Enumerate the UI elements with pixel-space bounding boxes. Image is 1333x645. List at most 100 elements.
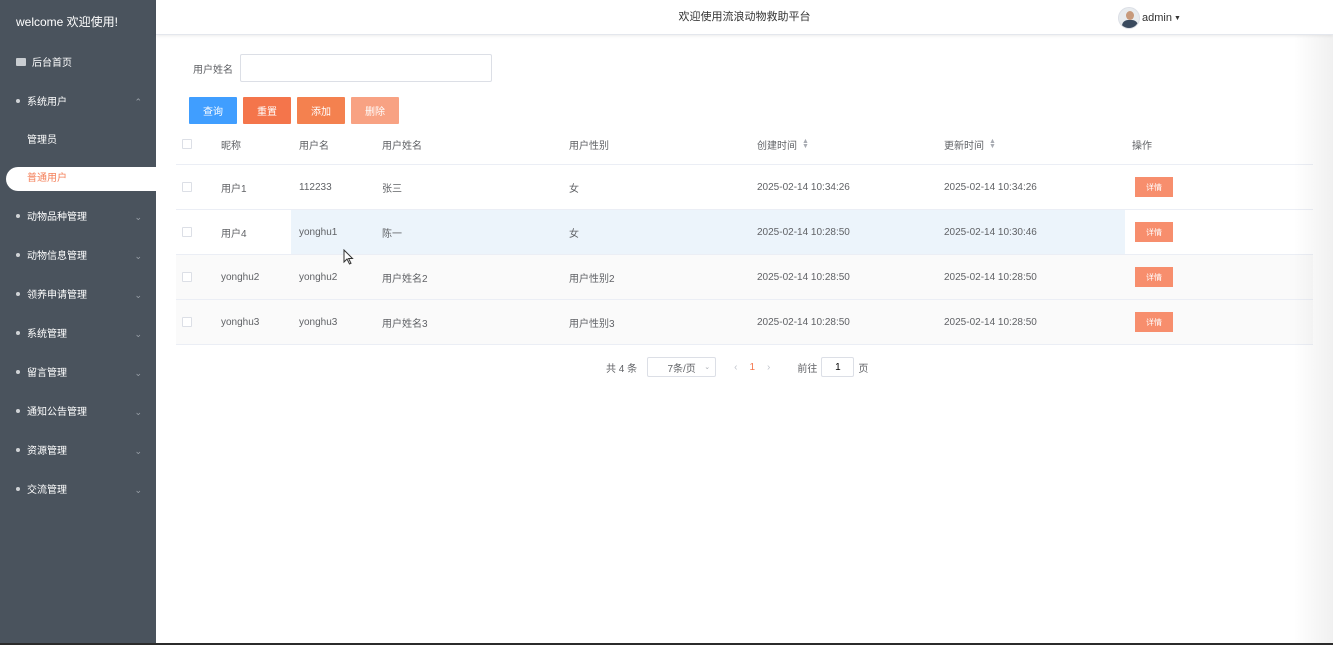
chevron-down-icon: ⌄ (134, 368, 142, 378)
monitor-icon (16, 58, 26, 67)
sidebar-item-label: 留言管理 (27, 368, 67, 379)
user-menu[interactable]: admin ▼ (1118, 7, 1181, 29)
bullet-icon (16, 487, 20, 492)
next-page-icon[interactable]: › (767, 362, 770, 373)
cell-created: 2025-02-14 10:28:50 (757, 271, 850, 283)
chevron-down-icon: ⌄ (134, 485, 142, 495)
action-toolbar: 查询 重置 添加 删除 (189, 97, 405, 124)
delete-button[interactable]: 删除 (351, 97, 399, 124)
prev-page-icon[interactable]: ‹ (734, 362, 737, 373)
chevron-up-icon: ⌃ (134, 97, 142, 107)
pagination-total: 共 4 条 (606, 363, 638, 375)
row-checkbox[interactable] (182, 227, 192, 237)
chevron-down-icon: ⌄ (134, 446, 142, 456)
table-row[interactable]: yonghu3 yonghu3 用户姓名3 用户性别3 2025-02-14 10:28… (176, 300, 1313, 345)
detail-button[interactable]: 详情 (1135, 267, 1173, 287)
column-header-nickname: 昵称 (221, 140, 241, 152)
cell-nickname: yonghu2 (221, 271, 260, 283)
column-header-realname: 用户姓名 (382, 140, 422, 152)
cell-realname: 用户姓名3 (382, 318, 428, 330)
sidebar-item-label: 动物信息管理 (27, 251, 87, 262)
sidebar-item-system-users[interactable]: 系统用户 ⌃ (0, 83, 156, 122)
cell-username: yonghu3 (299, 316, 338, 328)
sidebar-item-label: 资源管理 (27, 446, 67, 457)
sidebar-item[interactable]: 资源管理 ⌄ (0, 432, 156, 471)
chevron-down-icon: ⌄ (134, 407, 142, 417)
cell-gender: 用户性别3 (569, 318, 615, 330)
column-header-username: 用户名 (299, 140, 329, 152)
detail-button[interactable]: 详情 (1135, 222, 1173, 242)
table-header: 昵称 用户名 用户姓名 用户性别 创建时间 ▲ ▼ 更新时间 ▲ ▼ 操作 (176, 124, 1313, 165)
search-form: 用户姓名 (193, 54, 492, 82)
chevron-down-icon: ⌄ (134, 329, 142, 339)
sidebar-item-label: 通知公告管理 (27, 407, 87, 418)
cell-nickname: yonghu3 (221, 316, 260, 328)
main-content: 欢迎使用流浪动物救助平台 admin ▼ 用户姓名 查询 重置 添加 删除 昵称… (156, 0, 1333, 643)
user-name[interactable]: admin (1142, 12, 1172, 24)
sidebar-item[interactable]: 留言管理 ⌄ (0, 354, 156, 393)
sidebar-item[interactable]: 交流管理 ⌄ (0, 471, 156, 510)
bullet-icon (16, 253, 20, 258)
caret-down-icon[interactable]: ▼ (1174, 15, 1181, 22)
select-all-checkbox[interactable] (182, 139, 192, 149)
bullet-icon (16, 292, 20, 297)
column-header-created[interactable]: 创建时间 ▲ ▼ (757, 124, 809, 164)
bullet-icon (16, 409, 20, 414)
sidebar-item-label: 交流管理 (27, 485, 67, 496)
row-checkbox[interactable] (182, 272, 192, 282)
cell-username: yonghu1 (299, 226, 338, 238)
page-suffix: 页 (858, 363, 869, 375)
query-button[interactable]: 查询 (189, 97, 237, 124)
add-button[interactable]: 添加 (297, 97, 345, 124)
sidebar-item-label: 领养申请管理 (27, 290, 87, 301)
top-bar: 欢迎使用流浪动物救助平台 admin ▼ (156, 0, 1333, 35)
page-size-value: 7条/页 (667, 363, 696, 375)
sidebar-item[interactable]: 动物信息管理 ⌄ (0, 237, 156, 276)
page-number[interactable]: 1 (749, 362, 755, 373)
search-input[interactable] (240, 54, 492, 82)
sidebar-item-label: 系统管理 (27, 329, 67, 340)
chevron-down-icon: ⌄ (704, 364, 711, 371)
sidebar-item[interactable]: 领养申请管理 ⌄ (0, 276, 156, 315)
table-row[interactable]: 用户1 112233 张三 女 2025-02-14 10:34:26 2025-02-1… (176, 165, 1313, 210)
page-size-select[interactable]: 7条/页 ⌄ (647, 357, 717, 377)
sort-icon[interactable]: ▲ ▼ (989, 138, 996, 150)
cell-gender: 女 (569, 183, 579, 195)
cell-gender: 女 (569, 228, 579, 240)
cell-realname: 陈一 (382, 228, 402, 240)
bullet-icon (16, 331, 20, 336)
users-table: 昵称 用户名 用户姓名 用户性别 创建时间 ▲ ▼ 更新时间 ▲ ▼ 操作 用户1 112… (176, 124, 1313, 345)
cell-realname: 张三 (382, 183, 402, 195)
column-header-updated[interactable]: 更新时间 ▲ ▼ (944, 124, 996, 164)
cell-created: 2025-02-14 10:28:50 (757, 226, 850, 238)
bullet-icon (16, 214, 20, 219)
detail-button[interactable]: 详情 (1135, 177, 1173, 197)
sidebar-subitem-users[interactable]: 普通用户 (6, 167, 156, 191)
cell-created: 2025-02-14 10:34:26 (757, 181, 850, 193)
detail-button[interactable]: 详情 (1135, 312, 1173, 332)
cell-created: 2025-02-14 10:28:50 (757, 316, 850, 328)
sidebar-item[interactable]: 通知公告管理 ⌄ (0, 393, 156, 432)
row-checkbox[interactable] (182, 317, 192, 327)
row-checkbox[interactable] (182, 182, 192, 192)
sort-icon[interactable]: ▲ ▼ (802, 138, 809, 150)
sidebar-subitem-admin[interactable]: 管理员 (0, 122, 156, 160)
avatar[interactable] (1118, 7, 1140, 29)
edge-shadow (1293, 35, 1333, 643)
chevron-down-icon: ⌄ (134, 251, 142, 261)
goto-page-input[interactable] (821, 357, 855, 377)
sidebar-item-home[interactable]: 后台首页 (0, 44, 156, 83)
chevron-down-icon: ⌄ (134, 290, 142, 300)
cell-nickname: 用户4 (221, 228, 247, 240)
chevron-down-icon: ⌄ (134, 212, 142, 222)
sidebar-item-label: 动物品种管理 (27, 212, 87, 223)
goto-label: 前往 (797, 363, 818, 375)
reset-button[interactable]: 重置 (243, 97, 291, 124)
cell-username: 112233 (299, 181, 332, 193)
sidebar-item-label: 后台首页 (32, 58, 72, 69)
cell-gender: 用户性别2 (569, 273, 615, 285)
cell-nickname: 用户1 (221, 183, 247, 195)
bullet-icon (16, 448, 20, 453)
sidebar-item[interactable]: 系统管理 ⌄ (0, 315, 156, 354)
sidebar-item[interactable]: 动物品种管理 ⌄ (0, 198, 156, 237)
